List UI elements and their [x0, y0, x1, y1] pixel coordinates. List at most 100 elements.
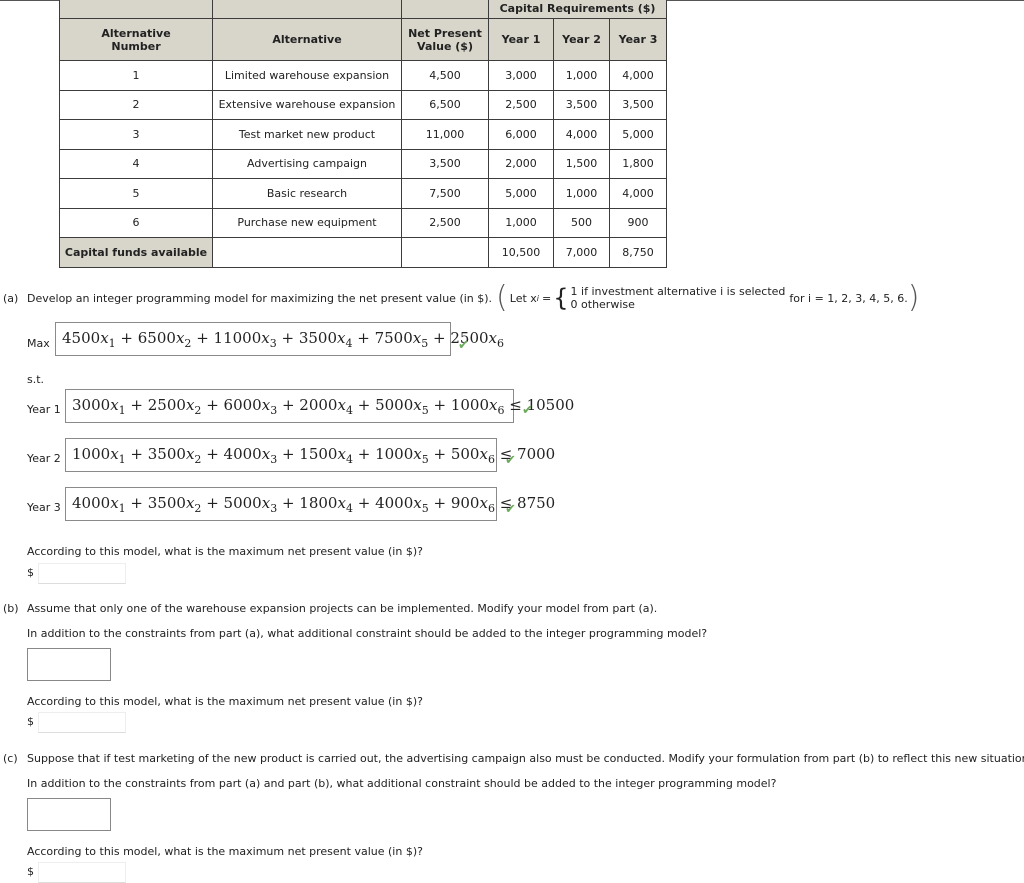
- variable-index: 1: [118, 404, 126, 417]
- cell-y2: 4,000: [553, 119, 610, 150]
- coefficient: 7500: [374, 329, 413, 347]
- table-row: 4 Advertising campaign 3,500 2,000 1,500 1,80…: [59, 148, 667, 179]
- coefficient: 1000: [375, 445, 414, 463]
- capital-funds-label: Capital funds available: [59, 237, 213, 268]
- check-icon: ✔: [458, 338, 469, 353]
- variable-index: 2: [184, 337, 192, 350]
- variable-index: 3: [270, 404, 278, 417]
- header-year-3: Year 3: [609, 18, 667, 61]
- cell-npv: 4,500: [401, 60, 489, 91]
- part-c-answer-input[interactable]: [38, 862, 126, 883]
- check-icon: ✔: [505, 502, 516, 517]
- rhs: 10500: [526, 396, 575, 414]
- math-term: 4000x1: [72, 494, 126, 515]
- variable-index: 2: [194, 404, 202, 417]
- variable-index: 4: [345, 502, 353, 515]
- math-term: 5000x3: [223, 494, 278, 515]
- variable-index: 2: [194, 453, 202, 466]
- math-term: 3000x1: [72, 396, 126, 417]
- math-term: 1500x4: [299, 445, 353, 466]
- objective-input[interactable]: 4500x1 + 6500x2 + 11000x3 + 3500x4 + 750…: [55, 322, 504, 356]
- coefficient: 1000: [72, 445, 111, 463]
- part-c-letter: (c): [3, 752, 18, 765]
- cell-name: Limited warehouse expansion: [212, 60, 402, 91]
- footer-row: Capital funds available 10,500 7,000 8,7…: [59, 237, 667, 268]
- table-row: 1 Limited warehouse expansion 4,500 3,000 1,…: [59, 60, 667, 91]
- variable: x: [110, 396, 119, 414]
- math-term: 3500x4: [298, 329, 353, 350]
- math-term: 6500x2: [138, 329, 192, 350]
- coefficient: 3000: [72, 396, 111, 414]
- for-text: for i = 1, 2, 3, 4, 5, 6.: [789, 291, 908, 305]
- close-paren: ): [907, 280, 920, 315]
- funds-year-2: 7,000: [553, 237, 610, 268]
- coefficient: 4500: [62, 329, 101, 347]
- cell-name: Basic research: [212, 178, 402, 209]
- blank-cell: [401, 237, 489, 268]
- part-b-constraint-input[interactable]: [27, 648, 111, 681]
- funds-year-3: 8,750: [609, 237, 667, 268]
- variable: x: [261, 329, 270, 347]
- math-term: 500x6: [451, 445, 495, 466]
- cell-num: 5: [59, 178, 213, 209]
- coefficient: 5000: [223, 494, 262, 512]
- variable: x: [413, 494, 422, 512]
- part-b-letter: (b): [3, 602, 19, 615]
- variable: x: [261, 445, 271, 463]
- variable-index: 3: [270, 453, 278, 466]
- variable: x: [337, 445, 346, 463]
- coefficient: 6000: [223, 396, 262, 414]
- coefficient: 3500: [147, 445, 186, 463]
- math-term: 4500x1: [62, 329, 116, 350]
- coefficient: 3500: [147, 494, 186, 512]
- part-a-question: According to this model, what is the max…: [27, 545, 423, 558]
- variable-index: 4: [345, 453, 353, 466]
- check-icon: ✔: [522, 403, 533, 418]
- math-term: 3500x2: [147, 445, 202, 466]
- header-blank: [401, 0, 489, 19]
- constraint-input-year-1[interactable]: 3000x1 + 2500x2 + 6000x3 + 2000x4 + 5000…: [65, 389, 574, 423]
- constraint-input-year-2[interactable]: 1000x1 + 3500x2 + 4000x3 + 1500x4 + 1000…: [65, 438, 555, 472]
- cell-y3: 1,800: [609, 148, 667, 179]
- variable-index: 6: [497, 404, 505, 417]
- case-1: 1 if investment alternative i is selecte…: [570, 285, 786, 298]
- coefficient: 1800: [299, 494, 338, 512]
- coefficient: 2000: [299, 396, 338, 414]
- cell-num: 6: [59, 207, 213, 238]
- coefficient: 3500: [298, 329, 338, 347]
- constraint-label-year-2: Year 2: [27, 452, 61, 465]
- cell-y2: 1,000: [553, 60, 610, 91]
- part-b-answer-input[interactable]: [38, 712, 126, 733]
- variable: x: [337, 494, 346, 512]
- cell-y3: 4,000: [609, 60, 667, 91]
- cell-y2: 500: [553, 207, 610, 238]
- case-2: 0 otherwise: [570, 298, 635, 311]
- blank-cell: [212, 237, 402, 268]
- math-term: 6000x3: [223, 396, 278, 417]
- math-term: 1000x1: [72, 445, 126, 466]
- table-row: 2 Extensive warehouse expansion 6,500 2,500…: [59, 89, 667, 120]
- cell-y1: 2,000: [488, 148, 554, 179]
- header-year-2: Year 2: [553, 18, 610, 61]
- part-c-constraint-question: In addition to the constraints from part…: [27, 777, 777, 790]
- part-c-constraint-input[interactable]: [27, 798, 111, 831]
- math-term: 2000x4: [299, 396, 353, 417]
- variable-index: 4: [345, 404, 353, 417]
- math-term: 1000x6: [451, 396, 505, 417]
- variable-index: 6: [487, 453, 495, 466]
- cell-y2: 3,500: [553, 89, 610, 120]
- st-label: s.t.: [27, 373, 45, 386]
- cell-npv: 2,500: [401, 207, 489, 238]
- max-label: Max: [27, 337, 50, 350]
- coefficient: 4000: [223, 445, 262, 463]
- coefficient: 2500: [147, 396, 186, 414]
- cell-num: 4: [59, 148, 213, 179]
- cell-y1: 1,000: [488, 207, 554, 238]
- cell-npv: 7,500: [401, 178, 489, 209]
- rhs: 8750: [517, 494, 556, 512]
- constraint-input-year-3[interactable]: 4000x1 + 3500x2 + 5000x3 + 1800x4 + 4000…: [65, 487, 555, 521]
- variable-index: 3: [270, 502, 278, 515]
- cell-y1: 2,500: [488, 89, 554, 120]
- part-a-answer-input[interactable]: [38, 563, 126, 584]
- coefficient: 4000: [72, 494, 111, 512]
